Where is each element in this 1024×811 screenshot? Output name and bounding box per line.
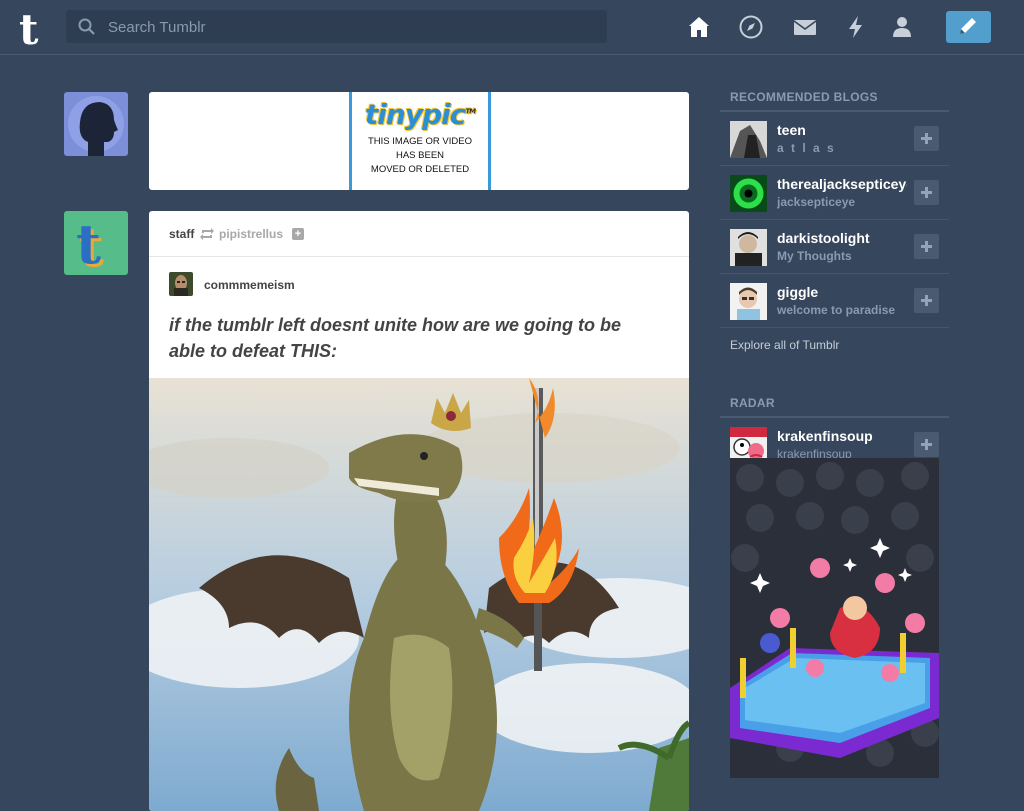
source-blog-link[interactable]: commmemeism [204,278,295,292]
blog-name[interactable]: darkistoolight [777,230,907,246]
home-icon[interactable] [686,14,712,40]
blog-name[interactable]: giggle [777,284,907,300]
pencil-icon [960,18,976,34]
radar-post-image[interactable] [730,458,939,778]
user-avatar[interactable] [64,92,128,156]
search-input[interactable] [106,10,590,45]
post-caption: if the tumblr left doesnt unite how are … [169,315,622,361]
recommended-blogs-title: RECOMMENDED BLOGS [720,80,949,112]
post-card: staff pipistrellus + commmemeism if the … [149,211,689,811]
reblog-icon [200,228,214,240]
blog-avatar[interactable] [730,175,767,212]
svg-text:t: t [76,212,101,275]
recommended-blog-item[interactable]: darkistoolight My Thoughts [720,220,949,274]
blog-subtitle: welcome to paradise [777,303,896,317]
recommended-blog-item[interactable]: therealjacksepticeye jacksepticeye [720,166,949,220]
blog-avatar[interactable] [730,283,767,320]
search-box[interactable] [66,10,607,45]
radar-title: RADAR [720,386,949,418]
image-deleted-message: THIS IMAGE OR VIDEO HAS BEEN MOVED OR DE… [368,136,472,175]
staff-avatar[interactable]: t t [64,211,128,275]
search-icon [78,18,95,35]
blog-name[interactable]: krakenfinsoup [777,428,907,444]
follow-plus-icon[interactable]: + [292,228,304,240]
source-avatar[interactable] [169,272,193,296]
inbox-mail-icon[interactable] [792,14,818,40]
post-header: staff pipistrellus + [149,211,689,257]
blog-name[interactable]: teen [777,122,907,138]
blog-subtitle: jacksepticeye [777,195,856,209]
follow-blog-button[interactable] [914,126,939,151]
explore-all-link[interactable]: Explore all of Tumblr [720,328,949,368]
tumblr-logo[interactable]: t [16,5,50,54]
activity-lightning-icon[interactable] [843,14,869,40]
compose-post-button[interactable] [946,11,991,43]
svg-text:t: t [19,8,39,48]
post-author-link[interactable]: staff [169,227,194,241]
follow-blog-button[interactable] [914,288,939,313]
top-navigation-bar: t [0,0,1024,55]
follow-blog-button[interactable] [914,432,939,457]
post-card: tinypicTM THIS IMAGE OR VIDEO HAS BEEN M… [149,92,689,190]
blog-subtitle: My Thoughts [777,249,852,263]
reblogged-from-link[interactable]: pipistrellus [219,227,283,241]
follow-blog-button[interactable] [914,234,939,259]
post-photo[interactable] [149,378,689,811]
blog-avatar[interactable] [730,229,767,266]
blog-name[interactable]: therealjacksepticeye [777,176,907,192]
tinypic-logo: tinypicTM [364,98,476,131]
blog-subtitle: a t l a s [777,141,836,155]
right-sidebar: RECOMMENDED BLOGS teen a t l a s thereal… [720,80,949,778]
tinypic-placeholder-image[interactable]: tinypicTM THIS IMAGE OR VIDEO HAS BEEN M… [349,92,491,190]
account-person-icon[interactable] [889,14,915,40]
follow-blog-button[interactable] [914,180,939,205]
explore-compass-icon[interactable] [738,14,764,40]
recommended-blog-item[interactable]: giggle welcome to paradise [720,274,949,328]
blog-avatar[interactable] [730,121,767,158]
recommended-blog-item[interactable]: teen a t l a s [720,112,949,166]
